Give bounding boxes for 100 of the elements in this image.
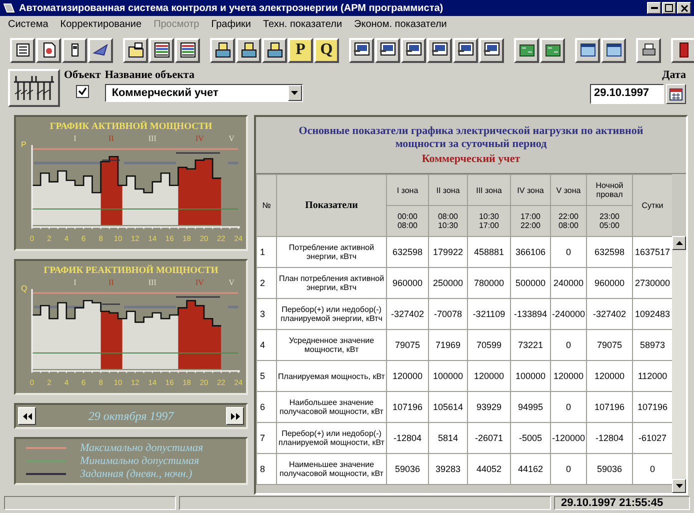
table-cell: 632598 <box>386 236 428 268</box>
toolbar-button[interactable] <box>10 38 35 62</box>
toolbar-button[interactable] <box>540 38 565 62</box>
indicator-name: Наименьшее значение получасовой мощности, кВт <box>276 454 386 484</box>
table-cell: 500000 <box>510 268 550 298</box>
toolbar-button[interactable] <box>349 38 374 62</box>
table-cell: -120000 <box>550 422 586 454</box>
row-number: 4 <box>256 330 276 360</box>
toolbar-button[interactable] <box>427 38 452 62</box>
minimize-icon <box>650 7 658 9</box>
toolbar-button[interactable] <box>636 38 661 62</box>
row-number: 6 <box>256 392 276 422</box>
chart-title: ГРАФИК РЕАКТИВНОЙ МОЩНОСТИ <box>44 266 218 276</box>
zone-label: I <box>74 278 76 287</box>
column-time-range: 00:00 08:00 <box>386 206 428 236</box>
menu-item[interactable]: Техн. показатели <box>263 19 342 30</box>
zone-label: I <box>74 134 76 143</box>
maximize-icon <box>665 4 673 12</box>
previous-day-button[interactable] <box>18 407 36 425</box>
fast-forward-icon <box>230 412 240 420</box>
zone-label: IV <box>195 134 204 143</box>
toolbar-button[interactable] <box>149 38 174 62</box>
calendar-button[interactable] <box>666 84 686 104</box>
toolbar-button[interactable] <box>375 38 400 62</box>
zone-label: III <box>148 278 156 287</box>
table-cell: 107196 <box>586 392 632 422</box>
column-header: № <box>256 174 276 236</box>
column-time-range: 10:30 17:00 <box>468 206 510 236</box>
minimize-button[interactable] <box>647 2 661 14</box>
indicator-name: Планируемая мощность, кВт <box>276 360 386 392</box>
row-number: 2 <box>256 268 276 298</box>
toolbar-button[interactable]: Q <box>314 38 339 62</box>
toolbar-button[interactable] <box>262 38 287 62</box>
toolbar-button[interactable] <box>575 38 600 62</box>
next-day-button[interactable] <box>226 407 244 425</box>
table-cell: 179922 <box>428 236 468 268</box>
table-cell: -26071 <box>468 422 510 454</box>
table-cell: 120000 <box>468 360 510 392</box>
column-time-range: 17:00 22:00 <box>510 206 550 236</box>
toolbar-button[interactable] <box>671 38 694 62</box>
menu-item[interactable]: Эконом. показатели <box>354 19 447 30</box>
legend-label: Максимально допустимая <box>80 442 204 454</box>
table-cell: -70078 <box>428 298 468 330</box>
window-icon <box>604 41 622 59</box>
scroll-down-icon <box>676 484 682 488</box>
menu-item[interactable]: Графики <box>211 19 251 30</box>
object-checkbox[interactable] <box>76 85 89 98</box>
current-date-label: 29 октября 1997 <box>88 408 174 424</box>
table-cell: -240000 <box>550 298 586 330</box>
window-icon <box>578 41 596 59</box>
toolbar-button[interactable] <box>236 38 261 62</box>
toolbar-button[interactable]: P <box>288 38 313 62</box>
table-cell: 250000 <box>428 268 468 298</box>
column-time-range: 23:00 05:00 <box>586 206 632 236</box>
list-icon <box>14 41 32 59</box>
object-name-dropdown[interactable]: Коммерческий учет <box>104 84 303 102</box>
table-cell: 1092483 <box>632 298 672 330</box>
table-cell: 366106 <box>510 236 550 268</box>
table-cell: 960000 <box>386 268 428 298</box>
toolbar-button[interactable] <box>88 38 113 62</box>
toolbar-button[interactable] <box>175 38 200 62</box>
indicator-name: План потребления активной энергии, кВтч <box>276 268 386 298</box>
column-header: II зона <box>428 174 468 206</box>
toolbar-button[interactable] <box>210 38 235 62</box>
toolbar-button[interactable] <box>62 38 87 62</box>
toolbar-button[interactable] <box>123 38 148 62</box>
menu-item[interactable]: Корректирование <box>60 19 142 30</box>
table-cell: -133894 <box>510 298 550 330</box>
chart-title: ГРАФИК АКТИВНОЙ МОЩНОСТИ <box>50 122 212 132</box>
toolbar-button[interactable] <box>514 38 539 62</box>
date-field[interactable]: 29.10.1997 <box>590 84 664 104</box>
object-tree-button[interactable] <box>8 69 60 107</box>
toolbar-button[interactable] <box>453 38 478 62</box>
column-header: Сутки <box>632 174 672 236</box>
toolbar-button[interactable] <box>601 38 626 62</box>
row-number: 8 <box>256 454 276 484</box>
table-cell: 1637517 <box>632 236 672 268</box>
table-cell: 100000 <box>510 360 550 392</box>
toolbar-button[interactable] <box>401 38 426 62</box>
axis-label: P <box>21 140 26 149</box>
indicator-name: Наибольшее значение получасовой мощности, кВт <box>276 392 386 422</box>
table-cell: 79075 <box>586 330 632 360</box>
zone-label: II <box>108 278 114 287</box>
table-cell: 44162 <box>510 454 550 484</box>
column-time-range: 08:00 10:30 <box>428 206 468 236</box>
date-label: Дата <box>662 69 686 81</box>
vertical-scrollbar[interactable] <box>672 236 686 493</box>
calendar-icon <box>669 87 683 101</box>
table-cell: 58973 <box>632 330 672 360</box>
menu-item[interactable]: Система <box>8 19 48 30</box>
toolbar-button[interactable] <box>36 38 61 62</box>
chart-icon <box>178 41 196 59</box>
close-icon <box>680 4 688 12</box>
table-subtitle: Коммерческий учет <box>422 153 520 165</box>
maximize-button[interactable] <box>662 2 676 14</box>
close-button[interactable] <box>677 2 691 14</box>
toolbar-button[interactable] <box>479 38 504 62</box>
table-cell: -12804 <box>586 422 632 454</box>
rewind-icon <box>22 412 32 420</box>
indicator-name: Перебор(+) или недобор(-) планируемой энергии, кВтч <box>276 298 386 330</box>
